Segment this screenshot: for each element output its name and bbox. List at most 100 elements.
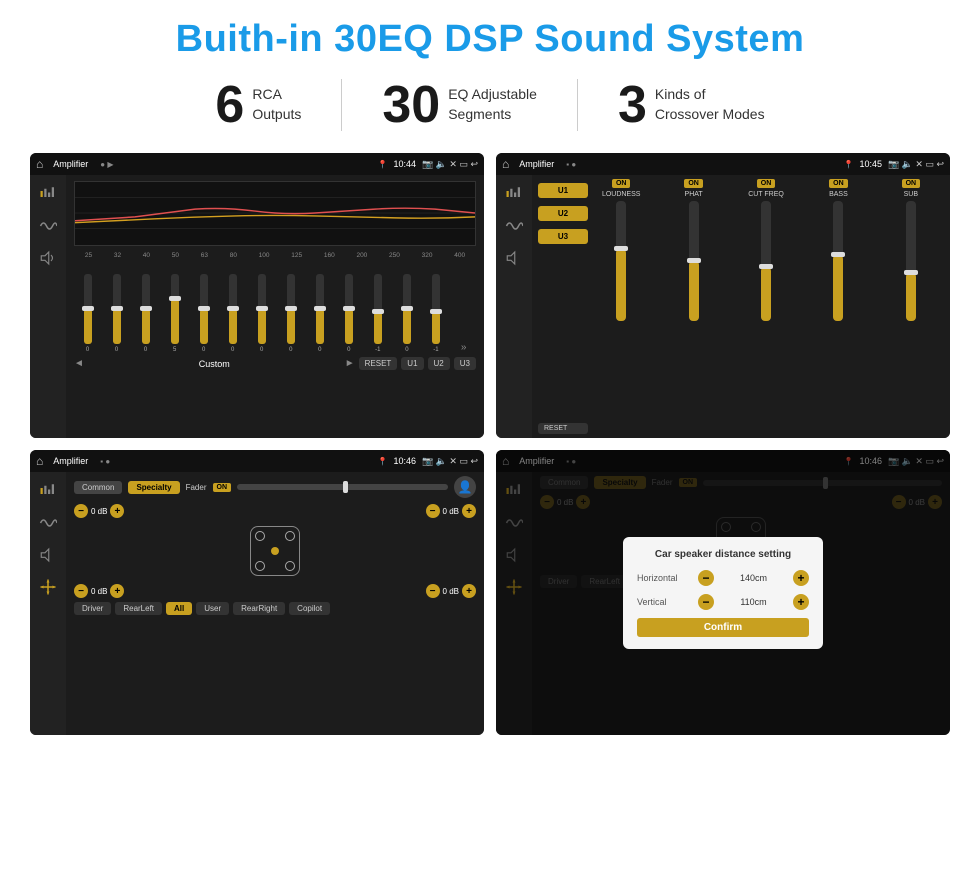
slider-2[interactable]: 0 [113,274,121,353]
slider-11[interactable]: -1 [374,274,382,353]
rearleft-btn[interactable]: RearLeft [115,602,162,615]
fader-on-badge[interactable]: ON [213,483,232,492]
stat-number-crossover: 3 [618,79,647,131]
phat-on[interactable]: ON [684,179,703,188]
rear-right-plus[interactable]: + [462,584,476,598]
speaker-layout: − 0 dB + − 0 dB + [74,504,476,598]
fader-tabs: Common Specialty Fader ON 👤 [74,476,476,498]
fader-time: 10:46 [393,456,416,466]
cross-reset-btn[interactable]: RESET [538,423,588,434]
sub-slider[interactable] [906,201,916,321]
fader-screen: ⌂ Amplifier ▪ ● 📍 10:46 📷 🔈 ✕ ▭ ↩ [30,450,484,735]
rear-left-plus[interactable]: + [110,584,124,598]
next-arrow[interactable]: ► [345,358,355,369]
speaker-bl [255,561,265,571]
stat-eq: 30 EQ AdjustableSegments [342,79,578,131]
vertical-row: Vertical − 110cm + [637,594,809,610]
front-right-minus[interactable]: − [426,504,440,518]
eq-icon[interactable] [36,185,60,203]
eq-status-bar: ⌂ Amplifier ● ▶ 📍 10:44 📷 🔈 ✕ ▭ ↩ [30,153,484,175]
vertical-minus-btn[interactable]: − [698,594,714,610]
front-left-minus[interactable]: − [74,504,88,518]
fader-status-bar: ⌂ Amplifier ▪ ● 📍 10:46 📷 🔈 ✕ ▭ ↩ [30,450,484,472]
u2-btn[interactable]: U2 [428,357,450,370]
user-btn[interactable]: User [196,602,229,615]
all-btn[interactable]: All [166,602,192,615]
slider-3[interactable]: 0 [142,274,150,353]
confirm-button[interactable]: Confirm [637,618,809,637]
horizontal-plus-btn[interactable]: + [793,570,809,586]
fader-arrows-icon[interactable] [36,578,60,596]
fader-h-track[interactable] [237,484,448,490]
rear-left-db: − 0 dB + [74,584,124,598]
dialog-title: Car speaker distance setting [637,549,809,560]
crossover-wave-icon[interactable] [502,217,526,235]
channel-cutfreq: ON CUT FREQ [733,179,799,434]
reset-btn[interactable]: RESET [359,357,398,370]
eq-screen: ⌂ Amplifier ● ▶ 📍 10:44 📷 🔈 ✕ ▭ ↩ [30,153,484,438]
person-icon[interactable]: 👤 [454,476,476,498]
wave-icon[interactable] [36,217,60,235]
distance-screen: ⌂ Amplifier ▪ ● 📍 10:46 📷 🔈 ✕ ▭ ↩ [496,450,950,735]
fader-eq-icon[interactable] [36,482,60,500]
eq-bottom-bar: ◄ Custom ► RESET U1 U2 U3 [74,357,476,370]
cutfreq-label: CUT FREQ [748,191,784,198]
slider-8[interactable]: 0 [287,274,295,353]
sub-on[interactable]: ON [902,179,921,188]
fader-home-icon[interactable]: ⌂ [36,454,43,468]
slider-6[interactable]: 0 [229,274,237,353]
front-row: − 0 dB + − 0 dB + [74,504,476,518]
dialog-overlay: Car speaker distance setting Horizontal … [496,450,950,735]
crossover-home-icon[interactable]: ⌂ [502,157,509,171]
bass-slider[interactable] [833,201,843,321]
rear-left-minus[interactable]: − [74,584,88,598]
u2-preset-btn[interactable]: U2 [538,206,588,221]
fader-status-icons: 📷 🔈 ✕ ▭ ↩ [422,456,478,467]
vertical-plus-btn[interactable]: + [793,594,809,610]
home-icon[interactable]: ⌂ [36,157,43,171]
u3-btn[interactable]: U3 [454,357,476,370]
crossover-main-area: U1 U2 U3 RESET ON LOUDNESS [532,175,950,438]
fader-wave-icon[interactable] [36,514,60,532]
loudness-slider[interactable] [616,201,626,321]
horizontal-row: Horizontal − 140cm + [637,570,809,586]
distance-dialog: Car speaker distance setting Horizontal … [623,537,823,649]
u1-preset-btn[interactable]: U1 [538,183,588,198]
driver-btn[interactable]: Driver [74,602,111,615]
specialty-tab[interactable]: Specialty [128,481,179,494]
crossover-status-bar: ⌂ Amplifier ▪ ● 📍 10:45 📷 🔈 ✕ ▭ ↩ [496,153,950,175]
bass-on[interactable]: ON [829,179,848,188]
crossover-eq-icon[interactable] [502,185,526,203]
cutfreq-on[interactable]: ON [757,179,776,188]
front-right-plus[interactable]: + [462,504,476,518]
crossover-speaker-icon[interactable] [502,249,526,267]
front-left-plus[interactable]: + [110,504,124,518]
cutfreq-slider[interactable] [761,201,771,321]
vertical-value: 110cm [720,597,787,607]
u3-preset-btn[interactable]: U3 [538,229,588,244]
slider-1[interactable]: 0 [84,274,92,353]
slider-9[interactable]: 0 [316,274,324,353]
slider-13[interactable]: -1 [432,274,440,353]
u1-btn[interactable]: U1 [401,357,423,370]
loudness-on[interactable]: ON [612,179,631,188]
rearright-btn[interactable]: RearRight [233,602,285,615]
rear-right-minus[interactable]: − [426,584,440,598]
horizontal-minus-btn[interactable]: − [698,570,714,586]
expand-icon[interactable]: » [461,342,467,353]
fader-speaker-icon[interactable] [36,546,60,564]
common-tab[interactable]: Common [74,481,122,494]
phat-slider[interactable] [689,201,699,321]
slider-7[interactable]: 0 [258,274,266,353]
slider-10[interactable]: 0 [345,274,353,353]
speaker-icon[interactable] [36,249,60,267]
slider-4[interactable]: 5 [171,274,179,353]
car-diagram [250,526,300,576]
slider-5[interactable]: 0 [200,274,208,353]
prev-arrow[interactable]: ◄ [74,358,84,369]
slider-12[interactable]: 0 [403,274,411,353]
car-center [271,547,279,555]
crossover-time: 10:45 [859,159,882,169]
copilot-btn[interactable]: Copilot [289,602,330,615]
stat-text-crossover: Kinds ofCrossover Modes [655,85,765,124]
